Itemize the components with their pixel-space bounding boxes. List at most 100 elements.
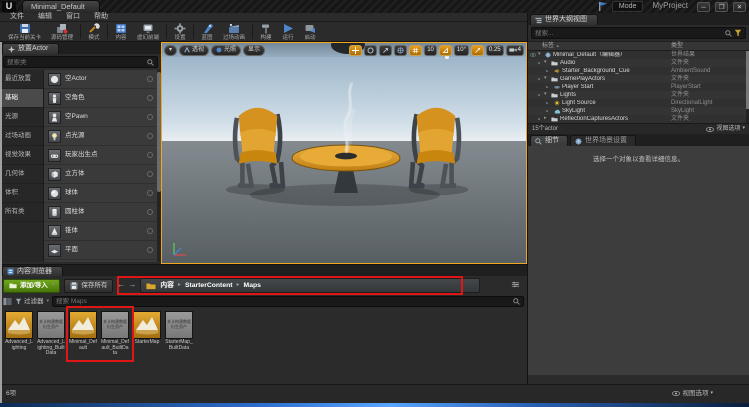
save-all-button[interactable]: 保存所有 (64, 279, 113, 293)
eye-icon[interactable] (542, 85, 552, 89)
eye-icon[interactable] (542, 101, 552, 105)
add-import-button[interactable]: 添加/导入 ▾ (3, 279, 60, 293)
expander-arrow-icon[interactable]: ▾ (544, 92, 549, 98)
eye-icon[interactable] (534, 61, 544, 65)
translate-tool-button[interactable] (349, 45, 362, 56)
category-all-classes[interactable]: 所有类 (0, 203, 43, 222)
list-item-empty-actor[interactable]: 空Actor (44, 70, 161, 89)
list-item-player-start[interactable]: 玩家出生点 (44, 146, 161, 165)
content-button[interactable]: 内容 (110, 22, 132, 41)
world-local-toggle[interactable] (394, 45, 407, 56)
asset-startermap-builtdata[interactable]: 关卡构建数据 衍生资产 StarterMap_BuiltData (165, 311, 193, 351)
cinematics-button[interactable]: 过场动画 (218, 22, 250, 41)
eye-icon[interactable] (542, 109, 552, 113)
rotation-snap-value[interactable]: 10° (454, 45, 469, 56)
outliner-filter-icon[interactable] (734, 29, 742, 37)
close-button[interactable]: ✕ (733, 2, 746, 12)
rotate-tool-button[interactable] (364, 45, 377, 56)
title-bar[interactable]: U Minimal_Default Mode MyProject ─ ❐ ✕ (0, 0, 749, 13)
category-geometry[interactable]: 几何体 (0, 165, 43, 184)
outliner-search-input[interactable] (535, 30, 723, 37)
expander-arrow-icon[interactable]: ▾ (538, 52, 543, 58)
list-item-plane[interactable]: 平面 (44, 241, 161, 260)
eye-icon[interactable] (534, 93, 544, 97)
category-visual-effects[interactable]: 视觉效果 (0, 146, 43, 165)
outliner-search[interactable] (531, 27, 746, 39)
category-basic[interactable]: 基础 (0, 89, 43, 108)
world-outliner-tab[interactable]: 世界大纲视图 (530, 14, 598, 25)
blueprints-button[interactable]: 蓝图 (196, 22, 218, 41)
asset-startermap[interactable]: StarterMap (133, 311, 161, 346)
category-lights[interactable]: 光源 (0, 108, 43, 127)
restore-button[interactable]: ❐ (715, 2, 728, 12)
content-browser-settings-icon[interactable] (511, 280, 520, 292)
place-actors-tab[interactable]: 放置Actor (2, 43, 59, 54)
viewport-perspective-button[interactable]: 透视 (179, 45, 209, 56)
menu-edit[interactable]: 编辑 (32, 13, 58, 21)
menu-window[interactable]: 窗口 (60, 13, 86, 21)
eye-icon[interactable] (534, 117, 544, 121)
asset-search-input[interactable] (56, 298, 513, 305)
eye-icon[interactable] (542, 69, 552, 73)
level-editor-tab[interactable]: Minimal_Default (22, 0, 100, 13)
scale-snap-toggle[interactable] (471, 45, 484, 56)
build-button[interactable]: 构建 (255, 22, 277, 41)
level-viewport[interactable]: ▾ 透视 光照 显示 (161, 42, 527, 264)
list-item-box-trigger[interactable]: 盒体触发器 (44, 260, 161, 262)
expander-arrow-icon[interactable]: ▾ (544, 60, 549, 66)
unreal-frontend-button[interactable]: 虚幻前端 (132, 22, 164, 41)
outliner-view-options-button[interactable]: 视图选项 ▾ (706, 126, 745, 133)
play-button[interactable]: 运行 (277, 22, 299, 41)
grid-snap-value[interactable]: 10 (424, 45, 437, 56)
minimize-button[interactable]: ─ (697, 2, 710, 12)
category-recently-placed[interactable]: 最近放置 (0, 70, 43, 89)
expander-arrow-icon[interactable]: ▸ (544, 116, 549, 122)
eye-icon[interactable] (528, 53, 538, 57)
mode-badge[interactable]: Mode (612, 1, 644, 13)
list-item-empty-character[interactable]: 空角色 (44, 89, 161, 108)
place-actors-search[interactable] (3, 56, 158, 68)
settings-button[interactable]: 设置 (169, 22, 191, 41)
list-item-cone[interactable]: 锥体 (44, 222, 161, 241)
asset-advanced-lighting-builtdata[interactable]: 关卡构建数据 衍生资产 Advanced_Lighting_BuiltData (37, 311, 65, 357)
feedback-flag-icon[interactable] (599, 2, 607, 11)
list-item-cylinder[interactable]: 圆柱体 (44, 203, 161, 222)
asset-advanced-lighting[interactable]: Advanced_Lighting (5, 311, 33, 351)
rotation-snap-toggle[interactable] (439, 45, 452, 56)
modes-button[interactable]: 模式 (83, 22, 105, 41)
content-browser-tab[interactable]: 内容浏览器 (2, 266, 63, 276)
sources-panel-toggle-icon[interactable] (3, 297, 12, 306)
viewport-scene[interactable] (162, 43, 526, 263)
eye-icon[interactable] (534, 77, 544, 81)
outliner-row-lights[interactable]: ▾ Lights 文件夹 (528, 91, 749, 99)
outliner-row-player-start[interactable]: Player Start PlayerStart (528, 83, 749, 91)
outliner-row-audio[interactable]: ▾ Audio 文件夹 (528, 59, 749, 67)
viewport-options-dropdown[interactable]: ▾ (164, 45, 177, 56)
outliner-sort-type[interactable]: 类型 (671, 43, 749, 50)
scale-tool-button[interactable] (379, 45, 392, 56)
expander-arrow-icon[interactable]: ▾ (544, 76, 549, 82)
scale-snap-value[interactable]: 0.25 (486, 45, 504, 56)
content-view-options-button[interactable]: 视图选项 ▾ (672, 390, 713, 397)
viewport-lit-button[interactable]: 光照 (211, 45, 241, 56)
place-actors-search-input[interactable] (7, 59, 147, 66)
outliner-row-world[interactable]: ▾ Minimal_Default（编辑器） 世界结果 (528, 51, 749, 59)
outliner-row-skylight[interactable]: SkyLight SkyLight (528, 107, 749, 115)
menu-file[interactable]: 文件 (4, 13, 30, 21)
category-volumes[interactable]: 体积 (0, 184, 43, 203)
list-item-point-light[interactable]: 点光源 (44, 127, 161, 146)
grid-snap-toggle[interactable] (409, 45, 422, 56)
save-level-button[interactable]: 保存当前关卡 (3, 22, 46, 41)
outliner-sort-label[interactable]: 标签 ▲ (528, 43, 671, 50)
list-item-cube[interactable]: 立方体 (44, 165, 161, 184)
viewport-show-button[interactable]: 显示 (243, 45, 265, 56)
list-item-empty-pawn[interactable]: 空Pawn (44, 108, 161, 127)
source-control-button[interactable]: 源码管理 (46, 22, 78, 41)
details-tab[interactable]: 细节 (530, 135, 568, 146)
launch-button[interactable]: 启动 (299, 22, 321, 41)
list-item-sphere[interactable]: 球体 (44, 184, 161, 203)
outliner-row-reflectioncaptures[interactable]: ▸ ReflectionCapturesActors 文件夹 (528, 115, 749, 123)
outliner-row-starter-background-cue[interactable]: Starter_Background_Cue AmbientSound (528, 67, 749, 75)
camera-speed-button[interactable]: 4 (506, 45, 524, 56)
outliner-row-light-source[interactable]: Light Source DirectionalLight (528, 99, 749, 107)
